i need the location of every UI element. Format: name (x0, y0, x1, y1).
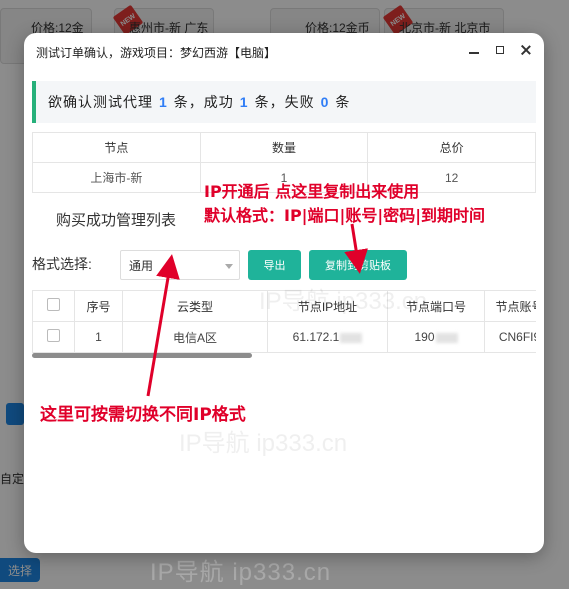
column-header: 节点 (32, 132, 201, 163)
column-header: 数量 (199, 132, 369, 163)
chevron-down-icon (225, 264, 233, 269)
table-cell: 上海市-新 (32, 162, 201, 193)
column-header: 节点账号 (484, 290, 536, 322)
summary-unit: 条 (335, 94, 351, 110)
column-header: 序号 (74, 290, 123, 322)
minimize-button[interactable] (468, 44, 480, 56)
maximize-icon (496, 46, 504, 54)
annotation-default-format: 默认格式：IP|端口|账号|密码|到期时间 (204, 206, 486, 225)
row-checkbox[interactable] (47, 329, 60, 342)
redacted-mask (340, 332, 363, 343)
summary-unit: 条，失败 (254, 94, 315, 110)
summary-total: 1 (159, 94, 168, 110)
port-cell: 190 (387, 321, 485, 353)
dialog-header: 测试订单确认，游戏项目：梦幻西游【电脑】 (24, 33, 544, 71)
window-controls (468, 44, 532, 56)
table-header-row: 节点 数量 总价 (32, 132, 536, 163)
summary-success: 1 (239, 94, 249, 110)
column-header: 总价 (367, 132, 536, 163)
watermark: IP导航 ip333.cn (259, 288, 428, 315)
port-value: 190 (414, 330, 435, 344)
table-row: 1 电信A区 61.172.1 190 CN6FI9 (32, 321, 536, 353)
column-header: 云类型 (122, 290, 268, 322)
format-selected-value: 通用 (129, 258, 154, 273)
annotation-copy-hint: IP开通后 点这里复制出来使用 (204, 182, 420, 201)
summary-unit: 条，成功 (173, 94, 234, 110)
close-icon (521, 45, 531, 55)
ip-address-value: 61.172.1 (292, 330, 340, 344)
select-all-checkbox[interactable] (47, 298, 60, 311)
format-select[interactable]: 通用 (120, 250, 240, 280)
summary-fail: 0 (320, 94, 330, 110)
section-title: 购买成功管理列表 (56, 212, 177, 229)
ip-address-cell: 61.172.1 (267, 321, 388, 353)
dialog-title: 测试订单确认，游戏项目：梦幻西游【电脑】 (36, 45, 277, 60)
copy-to-clipboard-button[interactable]: 复制到剪贴板 (309, 250, 407, 280)
close-button[interactable] (520, 44, 532, 56)
minimize-icon (469, 52, 479, 54)
order-confirm-dialog: 测试订单确认，游戏项目：梦幻西游【电脑】 欲确认测试代理 1 条，成功 1 条，… (24, 33, 544, 553)
redacted-mask (435, 332, 458, 343)
watermark: IP导航 ip333.cn (179, 430, 348, 457)
annotation-format-hint: 这里可按需切换不同IP格式 (40, 405, 246, 425)
format-label: 格式选择: (32, 256, 92, 272)
select-all-cell (32, 290, 75, 322)
table-cell: CN6FI9 (484, 321, 536, 353)
table-cell: 1 (74, 321, 123, 353)
horizontal-scrollbar[interactable] (32, 353, 252, 358)
summary-prefix: 欲确认测试代理 (48, 94, 153, 110)
watermark: IP导航 ip333.cn (150, 559, 332, 586)
maximize-button[interactable] (494, 44, 506, 56)
confirm-summary: 欲确认测试代理 1 条，成功 1 条，失败 0 条 (32, 81, 536, 123)
row-select-cell (32, 321, 75, 353)
table-cell: 电信A区 (122, 321, 268, 353)
export-button[interactable]: 导出 (248, 250, 301, 280)
